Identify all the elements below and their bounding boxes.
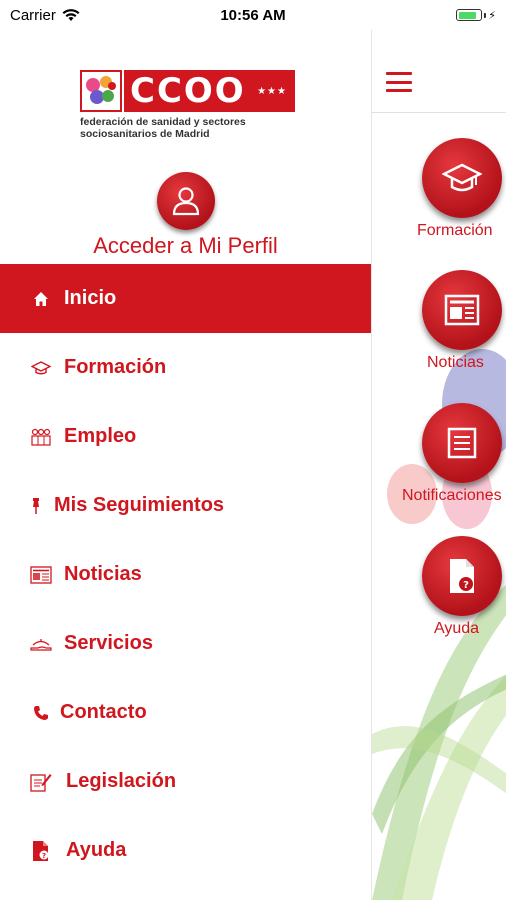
logo-subtitle-line2: sociosanitarios de Madrid: [80, 128, 210, 140]
tile-formacion-button[interactable]: [422, 138, 502, 218]
home-screen-panel: Formación Noticias Notificaciones ? Ayud…: [371, 30, 506, 900]
top-bar: [372, 30, 506, 113]
help-document-icon: ?: [450, 559, 474, 593]
logo-brand-box: CCOO ★★★: [124, 70, 295, 112]
tile-ayuda-button[interactable]: ?: [422, 536, 502, 616]
logo-subtitle: federación de sanidad y sectores sociosa…: [80, 116, 295, 140]
hamburger-menu-icon[interactable]: [386, 72, 412, 92]
menu-item-ayuda[interactable]: ? Ayuda: [0, 816, 371, 885]
tile-formacion-label: Formación: [417, 222, 493, 239]
svg-text:?: ?: [463, 580, 469, 591]
battery-icon: [456, 9, 483, 21]
tile-notificaciones[interactable]: Notificaciones: [372, 403, 506, 505]
flower-logo-icon: [80, 70, 122, 112]
menu-item-mis-seguimientos[interactable]: Mis Seguimientos: [0, 471, 371, 540]
status-bar: Carrier 10:56 AM ⚡: [0, 0, 506, 30]
menu-item-label: Ayuda: [66, 839, 127, 861]
battery-fill: [458, 11, 476, 19]
wifi-icon: [62, 9, 80, 21]
tile-noticias-label: Noticias: [427, 354, 484, 371]
menu-item-label: Empleo: [64, 425, 137, 447]
tile-notificaciones-button[interactable]: [422, 403, 502, 483]
menu-item-legislacion[interactable]: Legislación: [0, 747, 371, 816]
phone-icon: [30, 702, 52, 724]
menu-item-empleo[interactable]: Empleo: [0, 402, 371, 471]
user-icon: [172, 187, 200, 216]
menu-item-label: Legislación: [66, 770, 177, 792]
menu-item-label: Contacto: [60, 701, 147, 723]
menu-item-servicios[interactable]: Servicios: [0, 609, 371, 678]
carrier-label: Carrier: [10, 6, 56, 24]
menu-item-label: Noticias: [64, 563, 142, 585]
profile-label[interactable]: Acceder a Mi Perfil: [0, 233, 371, 259]
people-icon: [30, 426, 52, 448]
battery-tip: [484, 12, 487, 18]
pin-icon: [30, 495, 42, 517]
logo-graphic: CCOO ★★★: [80, 70, 295, 112]
status-time: 10:56 AM: [220, 6, 286, 24]
tile-noticias[interactable]: Noticias: [372, 270, 506, 372]
document-pen-icon: [30, 771, 52, 793]
charging-icon: ⚡: [488, 9, 496, 22]
profile-button[interactable]: [157, 172, 215, 230]
list-icon: [447, 427, 477, 459]
logo-subtitle-line1: federación de sanidad y sectores: [80, 116, 246, 128]
battery-indicator: ⚡: [456, 9, 496, 22]
service-hand-icon: [30, 633, 52, 655]
menu-item-inicio[interactable]: Inicio: [0, 264, 371, 333]
menu-item-formacion[interactable]: Formación: [0, 333, 371, 402]
newspaper-icon: [444, 294, 480, 326]
graduation-cap-icon: [30, 357, 52, 379]
menu-item-contacto[interactable]: Contacto: [0, 678, 371, 747]
ccoo-logo: CCOO ★★★ federación de sanidad y sectore…: [80, 70, 295, 146]
drawer-menu: Inicio Formación Empleo Mis Seguimientos: [0, 264, 371, 885]
graduation-cap-icon: [442, 163, 482, 192]
tile-noticias-button[interactable]: [422, 270, 502, 350]
menu-item-noticias[interactable]: Noticias: [0, 540, 371, 609]
menu-item-label: Inicio: [64, 287, 117, 309]
navigation-drawer: CCOO ★★★ federación de sanidad y sectore…: [0, 30, 371, 900]
svg-text:?: ?: [42, 852, 46, 860]
help-document-icon: ?: [30, 840, 52, 862]
logo-stars: ★★★: [257, 85, 287, 97]
tile-ayuda-label: Ayuda: [434, 620, 480, 637]
tile-notificaciones-label: Notificaciones: [402, 487, 502, 504]
menu-item-label: Servicios: [64, 632, 153, 654]
home-icon: [30, 288, 52, 310]
tile-formacion[interactable]: Formación: [372, 138, 506, 240]
status-left: Carrier: [10, 7, 80, 24]
tile-ayuda[interactable]: ? Ayuda: [372, 536, 506, 638]
newspaper-icon: [30, 564, 52, 586]
menu-item-label: Mis Seguimientos: [54, 494, 225, 516]
menu-item-label: Formación: [64, 356, 167, 378]
logo-brand-text: CCOO: [130, 71, 246, 111]
